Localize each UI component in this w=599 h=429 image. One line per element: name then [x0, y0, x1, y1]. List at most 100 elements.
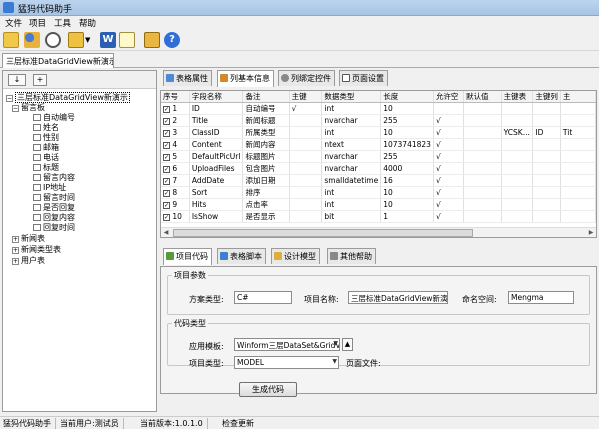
tab-design-model[interactable]: 设计模型	[271, 248, 320, 264]
project-name-input[interactable]: 三层标准DataGridView新演示	[348, 291, 448, 304]
cell-name[interactable]: AddDate	[189, 174, 244, 187]
tree-sort-button[interactable]: ↓	[8, 74, 26, 86]
tab-project-code[interactable]: 项目代码	[163, 248, 212, 265]
row-number-cell[interactable]: ✓ 8	[161, 186, 190, 199]
cell-name[interactable]: Content	[189, 138, 244, 151]
tree-field-node[interactable]: 姓名	[33, 123, 59, 133]
cell-m[interactable]	[560, 198, 596, 211]
cell-def[interactable]	[463, 138, 502, 151]
tree-field-node[interactable]: 标题	[33, 163, 59, 173]
cell-def[interactable]	[463, 150, 502, 163]
tree-field-node[interactable]: 留言时间	[33, 193, 75, 203]
cell-pkt[interactable]	[501, 102, 534, 115]
search-icon[interactable]	[45, 32, 61, 48]
cell-name[interactable]: IsShow	[189, 210, 244, 223]
cell-pk[interactable]	[289, 186, 323, 199]
cell-nul[interactable]: √	[433, 138, 465, 151]
cell-m[interactable]	[560, 150, 596, 163]
row-checkbox[interactable]: ✓	[163, 190, 170, 197]
cell-nul[interactable]: √	[433, 198, 465, 211]
cell-def[interactable]	[463, 210, 502, 223]
table-row[interactable]: ✓ 6 UploadFiles 包含图片 nvarchar 4000 √	[161, 162, 596, 175]
grid-header-cell[interactable]: 主键	[289, 91, 323, 103]
row-number-cell[interactable]: ✓ 9	[161, 198, 190, 211]
tab-table-properties[interactable]: 表格属性	[163, 70, 212, 86]
cell-pkc[interactable]	[532, 102, 561, 115]
cell-pkc[interactable]	[532, 150, 561, 163]
tree-table-node[interactable]: + 用户表	[12, 256, 45, 266]
table-row[interactable]: ✓ 1 ID 自动编号 √ int 10	[161, 102, 596, 115]
cell-pkc[interactable]: ID	[532, 126, 561, 139]
row-checkbox[interactable]: ✓	[163, 118, 170, 125]
cell-len[interactable]: 10	[380, 186, 434, 199]
cell-pkt[interactable]: YCSK...	[501, 126, 534, 139]
cell-pk[interactable]	[289, 162, 323, 175]
cell-pkc[interactable]	[532, 114, 561, 127]
grid-header-cell[interactable]: 允许空	[433, 91, 465, 103]
cell-type[interactable]: int	[321, 198, 382, 211]
cell-pkc[interactable]	[532, 186, 561, 199]
help-icon[interactable]: ?	[164, 32, 180, 48]
cell-def[interactable]	[463, 186, 502, 199]
cell-len[interactable]: 1073741823	[380, 138, 434, 151]
row-checkbox[interactable]: ✓	[163, 130, 170, 137]
cell-name[interactable]: ClassID	[189, 126, 244, 139]
cell-name[interactable]: Title	[189, 114, 244, 127]
cell-nul[interactable]: √	[433, 114, 465, 127]
grid-header-cell[interactable]: 主键列	[532, 91, 561, 103]
cell-type[interactable]: ntext	[321, 138, 382, 151]
table-row[interactable]: ✓ 7 AddDate 添加日期 smalldatetime 16 √	[161, 174, 596, 187]
cell-nul[interactable]: √	[433, 150, 465, 163]
expand-icon[interactable]: +	[12, 258, 19, 265]
scrollbar-thumb[interactable]	[173, 229, 473, 237]
table-row[interactable]: ✓ 5 DefaultPicUrl 标题图片 nvarchar 255 √	[161, 150, 596, 163]
row-checkbox[interactable]: ✓	[163, 154, 170, 161]
template-select[interactable]: Winform三层DataSet&GridView	[234, 338, 340, 351]
cell-nul[interactable]: √	[433, 210, 465, 223]
grid-header-cell[interactable]: 字段名称	[189, 91, 244, 103]
table-row[interactable]: ✓ 4 Content 新闻内容 ntext 1073741823 √	[161, 138, 596, 151]
cell-def[interactable]	[463, 102, 502, 115]
cell-m[interactable]	[560, 210, 596, 223]
cell-type[interactable]: int	[321, 102, 382, 115]
cell-m[interactable]	[560, 186, 596, 199]
row-checkbox[interactable]: ✓	[163, 166, 170, 173]
cell-name[interactable]: Hits	[189, 198, 244, 211]
cell-def[interactable]	[463, 114, 502, 127]
cell-pk[interactable]	[289, 210, 323, 223]
row-number-cell[interactable]: ✓ 2	[161, 114, 190, 127]
row-checkbox[interactable]: ✓	[163, 106, 170, 113]
tree-field-node[interactable]: 留言内容	[33, 173, 75, 183]
cell-len[interactable]: 10	[380, 102, 434, 115]
cell-m[interactable]	[560, 114, 596, 127]
tree-field-node[interactable]: 回复时间	[33, 223, 75, 233]
cell-m[interactable]: Tit	[560, 126, 596, 139]
cell-type[interactable]: smalldatetime	[321, 174, 382, 187]
cell-note[interactable]: 标题图片	[242, 150, 290, 163]
cell-def[interactable]	[463, 198, 502, 211]
expand-icon[interactable]: +	[12, 247, 19, 254]
cell-m[interactable]	[560, 162, 596, 175]
cell-nul[interactable]: √	[433, 126, 465, 139]
menu-file[interactable]: 文件	[5, 17, 22, 29]
row-number-cell[interactable]: ✓ 10	[161, 210, 190, 223]
row-number-cell[interactable]: ✓ 4	[161, 138, 190, 151]
cell-pk[interactable]	[289, 198, 323, 211]
row-number-cell[interactable]: ✓ 1	[161, 102, 190, 115]
cell-len[interactable]: 10	[380, 198, 434, 211]
document-icon[interactable]	[119, 32, 135, 48]
cell-len[interactable]: 10	[380, 126, 434, 139]
table-row[interactable]: ✓ 10 IsShow 是否显示 bit 1 √	[161, 210, 596, 223]
cell-name[interactable]: DefaultPicUrl	[189, 150, 244, 163]
tree-root-node[interactable]: − 三层标准DataGridView新演示	[6, 92, 130, 103]
cell-pk[interactable]	[289, 174, 323, 187]
tree-field-node[interactable]: IP地址	[33, 183, 66, 193]
cell-pkt[interactable]	[501, 186, 534, 199]
cell-len[interactable]: 255	[380, 114, 434, 127]
table-row[interactable]: ✓ 8 Sort 排序 int 10 √	[161, 186, 596, 199]
cell-len[interactable]: 1	[380, 210, 434, 223]
cell-name[interactable]: UploadFiles	[189, 162, 244, 175]
cell-len[interactable]: 4000	[380, 162, 434, 175]
cell-nul[interactable]: √	[433, 174, 465, 187]
cell-type[interactable]: int	[321, 186, 382, 199]
